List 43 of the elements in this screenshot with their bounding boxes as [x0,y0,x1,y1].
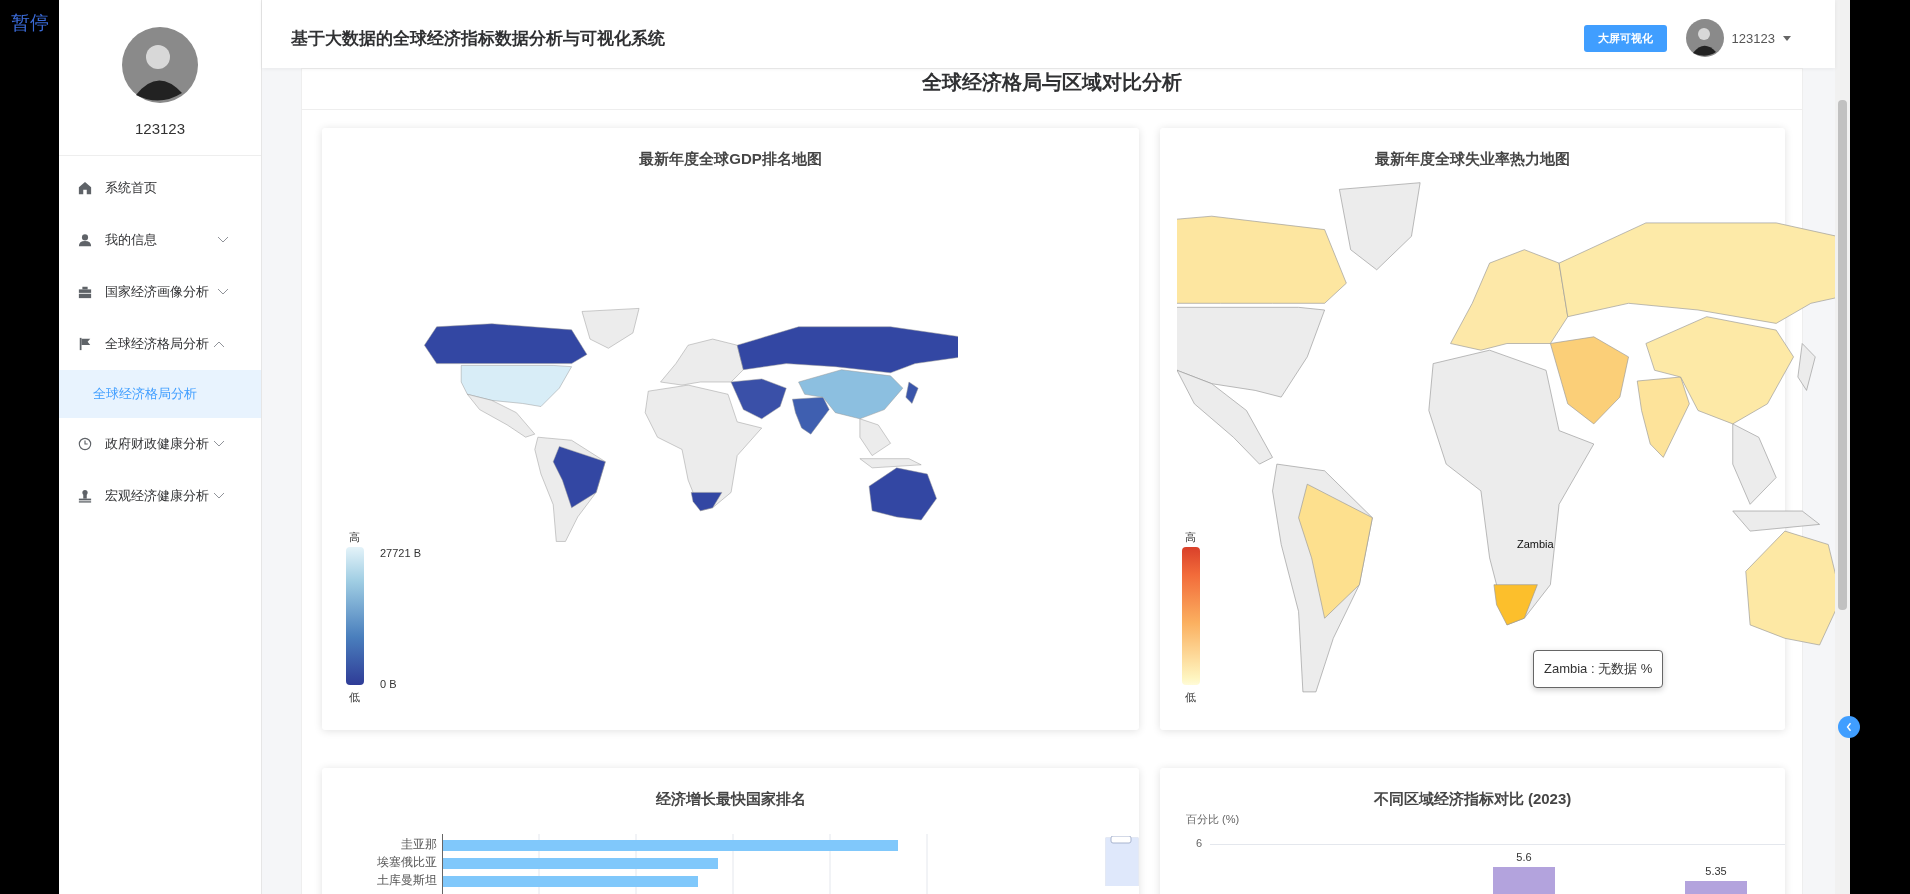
chart-title: 不同区域经济指标对比 (2023) [1372,789,1573,809]
zoom-slider[interactable] [1105,836,1139,886]
scrollbar[interactable] [1835,0,1850,894]
clock-icon [78,437,92,451]
legend-low-label: 低 [349,690,360,705]
caret-icon[interactable] [1783,35,1791,41]
map-tooltip: Zambia : 无数据 % [1533,650,1664,688]
chart-title: 经济增长最快国家排名 [654,789,807,809]
user-avatar[interactable] [1685,19,1724,57]
stamp-icon [78,489,92,503]
menu-item[interactable]: 国家经济画像分析 [59,266,261,318]
user-name: 123123 [134,120,186,137]
legend-max-value: 27721 B [380,547,421,559]
map-label: Zambia [1517,538,1554,550]
bar-value-label: 5.6 [1515,850,1533,863]
legend-min-value: 0 B [380,678,397,690]
menu-item[interactable]: 我的信息 [59,214,261,266]
axis-title: 百分比 (%) [1186,812,1240,827]
chart-title: 最新年度全球失业率热力地图 [1374,149,1571,169]
person-icon [78,233,92,247]
menu-item[interactable]: 全球经济格局分析 [59,318,261,370]
axis-label: 埃塞俄比亚 [377,854,437,871]
axis-tick-label: 6 [1196,838,1204,851]
menu-item[interactable]: 系统首页 [59,162,261,214]
user-name[interactable]: 123123 [1731,30,1775,46]
flag-icon [78,337,92,351]
pause-label: 暂停 [11,11,49,35]
chart-title: 最新年度全球GDP排名地图 [638,149,823,169]
bar-value-label: 5.35 [1704,865,1728,878]
menu-item[interactable]: 政府财政健康分析 [59,418,261,470]
home-icon [78,181,92,195]
page-title: 全球经济格局与区域对比分析 [302,69,1802,110]
axis-label: 圭亚那 [401,836,437,853]
app-title: 基于大数据的全球经济指标数据分析与可视化系统 [291,27,665,50]
color-scale[interactable] [346,547,364,685]
chevron-left-icon [1846,722,1852,732]
menu-item[interactable]: 宏观经济健康分析 [59,470,261,522]
axis-label: 土库曼斯坦 [377,872,437,889]
briefcase-icon [78,285,92,299]
color-scale[interactable] [1182,547,1200,685]
legend-high-label: 高 [1185,530,1196,545]
legend-high-label: 高 [349,530,360,545]
legend-low-label: 低 [1185,690,1196,705]
